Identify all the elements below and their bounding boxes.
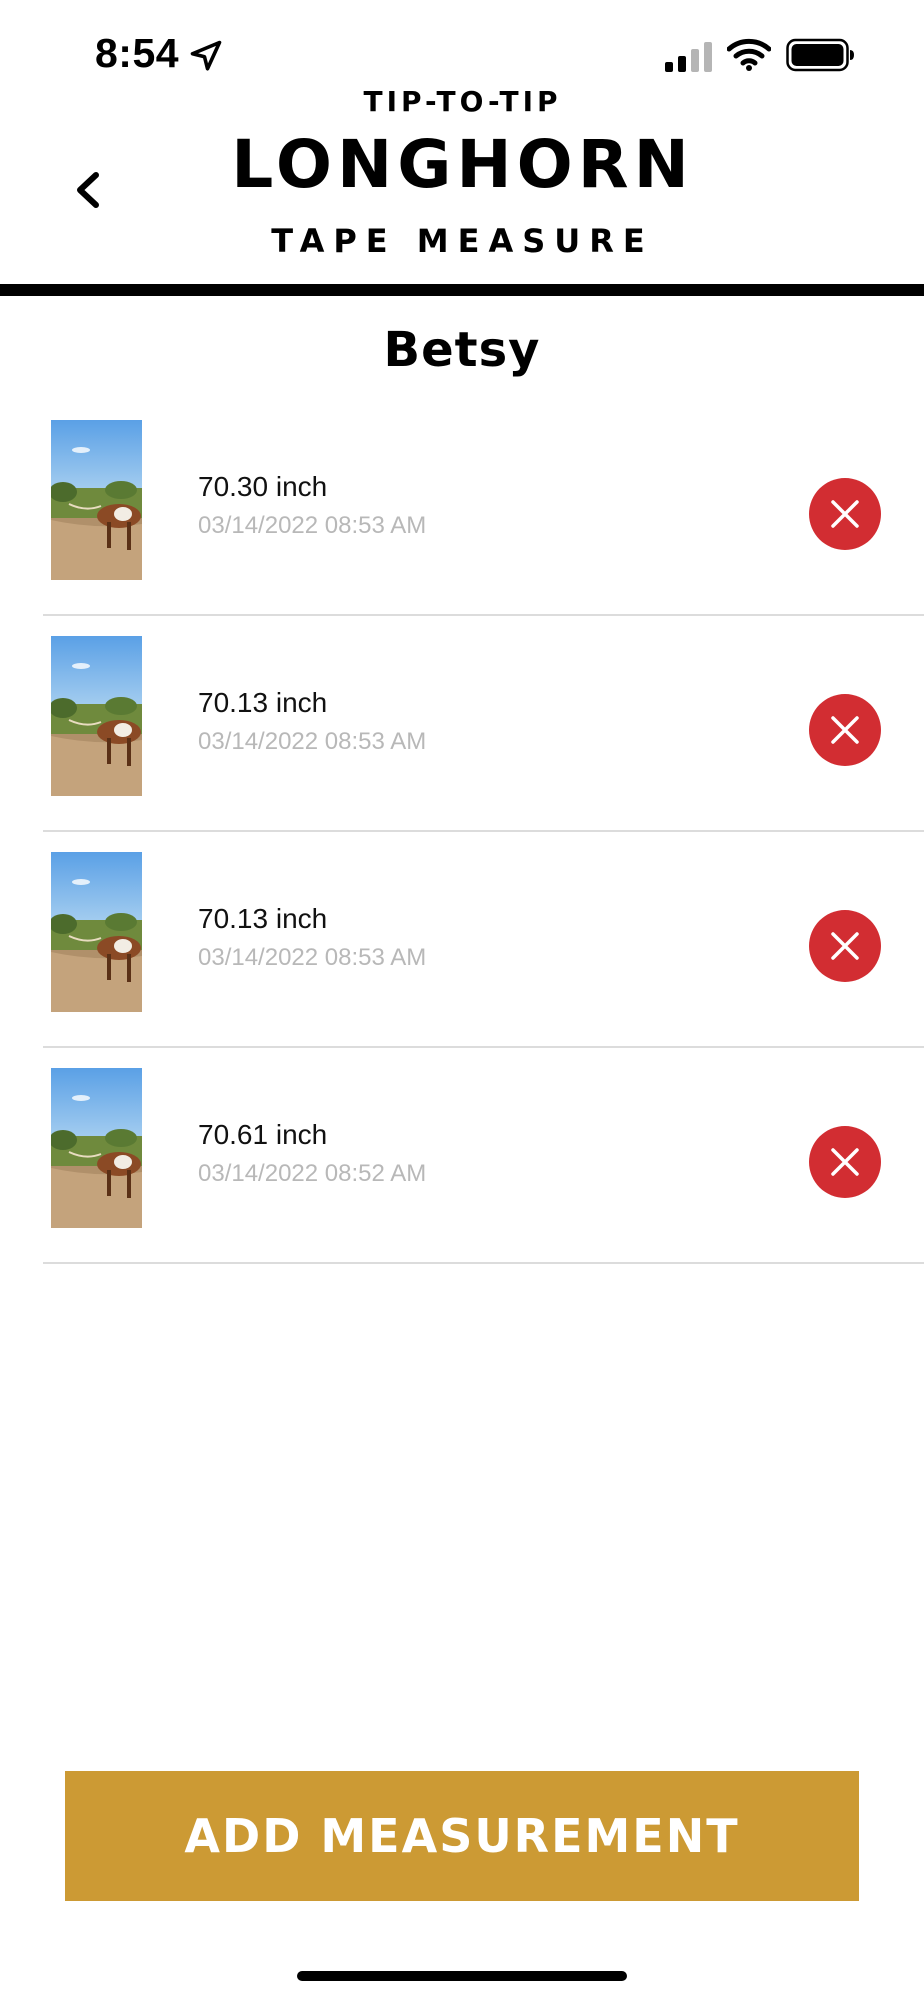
- logo-tagline: TIP-TO-TIP: [363, 85, 562, 118]
- measurement-row[interactable]: 70.13 inch 03/14/2022 08:53 AM: [0, 832, 924, 1048]
- measurement-date: 03/14/2022 08:52 AM: [198, 1160, 427, 1187]
- cellular-signal-icon: [665, 42, 712, 72]
- measurement-date: 03/14/2022 08:53 AM: [198, 944, 427, 971]
- delete-measurement-button[interactable]: [809, 1126, 881, 1198]
- longhorn-photo-thumbnail: [51, 1068, 142, 1228]
- add-measurement-button[interactable]: ADD MEASUREMENT: [65, 1771, 859, 1901]
- measurement-date: 03/14/2022 08:53 AM: [198, 728, 427, 755]
- status-time: 8:54: [95, 30, 180, 76]
- measurement-value: 70.13 inch: [198, 687, 328, 718]
- app-logo: TIP-TO-TIP LONGHORN TAPE MEASURE: [190, 85, 735, 265]
- longhorn-photo-thumbnail: [51, 852, 142, 1012]
- logo-wordmark: LONGHORN: [231, 126, 694, 203]
- measurement-date: 03/14/2022 08:53 AM: [198, 512, 427, 539]
- delete-measurement-button[interactable]: [809, 910, 881, 982]
- measurement-value: 70.13 inch: [198, 903, 328, 934]
- home-indicator[interactable]: [297, 1971, 627, 1981]
- header-divider: [0, 284, 924, 296]
- delete-measurement-button[interactable]: [809, 694, 881, 766]
- chevron-left-icon: [77, 172, 99, 208]
- close-icon: [831, 932, 859, 960]
- location-arrow-icon: [190, 40, 222, 71]
- close-icon: [831, 500, 859, 528]
- delete-measurement-button[interactable]: [809, 478, 881, 550]
- longhorn-photo-thumbnail: [51, 636, 142, 796]
- logo-subtitle: TAPE MEASURE: [271, 222, 654, 260]
- wifi-icon: [727, 38, 771, 71]
- close-icon: [831, 716, 859, 744]
- measurement-row[interactable]: 70.61 inch 03/14/2022 08:52 AM: [0, 1048, 924, 1264]
- page-title: Betsy: [383, 322, 541, 378]
- longhorn-photo-thumbnail: [51, 420, 142, 580]
- back-button[interactable]: [68, 165, 108, 215]
- measurement-list: 70.30 inch 03/14/2022 08:53 AM 70.13 inc…: [0, 400, 924, 1264]
- measurement-row[interactable]: 70.13 inch 03/14/2022 08:53 AM: [0, 616, 924, 832]
- battery-icon: [786, 38, 854, 72]
- measurement-value: 70.30 inch: [198, 471, 328, 502]
- measurement-row[interactable]: 70.30 inch 03/14/2022 08:53 AM: [0, 400, 924, 616]
- measurement-value: 70.61 inch: [198, 1119, 328, 1150]
- close-icon: [831, 1148, 859, 1176]
